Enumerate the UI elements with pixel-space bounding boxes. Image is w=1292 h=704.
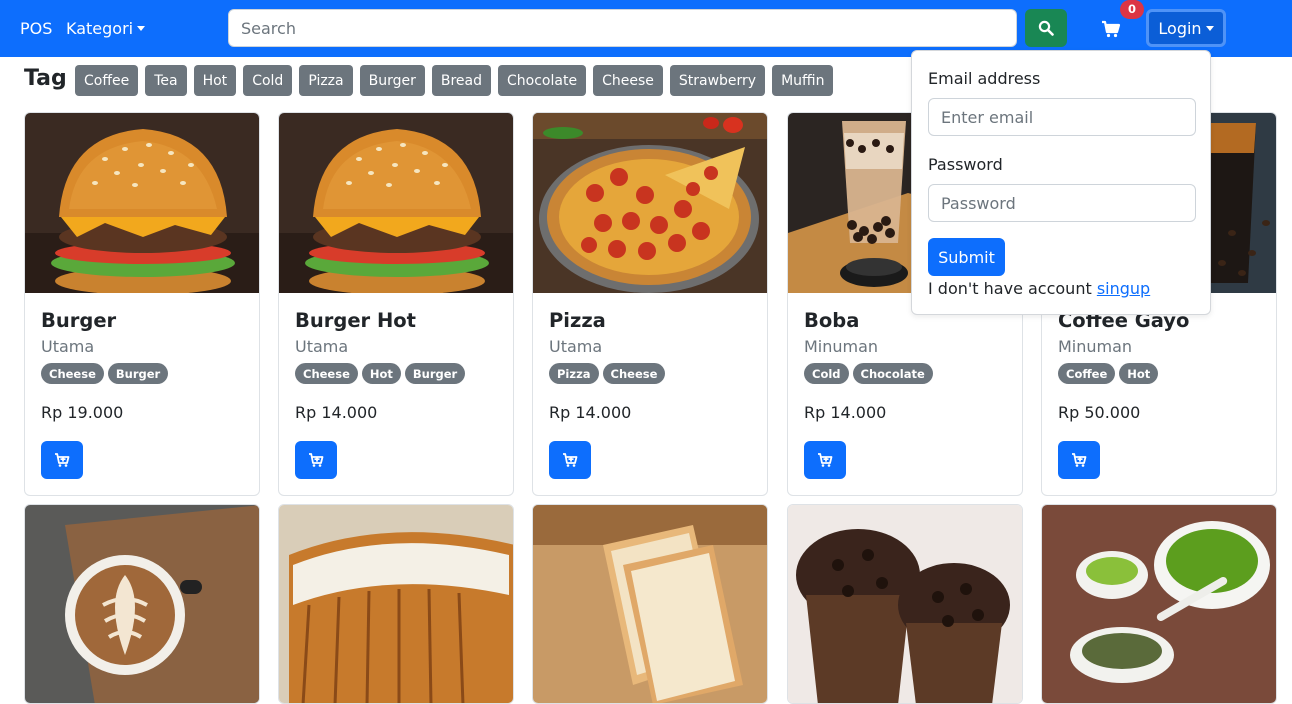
product-tags: Cheese Hot Burger [295, 363, 466, 384]
product-price: Rp 19.000 [41, 403, 124, 422]
product-name: Burger [41, 309, 117, 332]
category-label: Kategori [66, 19, 134, 38]
product-price: Rp 14.000 [549, 403, 632, 422]
search-input[interactable] [228, 9, 1017, 47]
product-card [1041, 504, 1277, 704]
cart-count-badge: 0 [1120, 0, 1144, 19]
product-name: Boba [804, 309, 860, 332]
add-to-cart-button[interactable] [1058, 441, 1100, 479]
password-label: Password [928, 155, 1003, 174]
cart-icon [1102, 20, 1121, 38]
product-card: Pizza Utama Pizza Cheese Rp 14.000 [532, 112, 768, 496]
search-button[interactable] [1025, 9, 1067, 47]
caret-down-icon [137, 26, 146, 31]
product-category: Utama [41, 337, 95, 356]
add-to-cart-button[interactable] [295, 441, 337, 479]
cart-plus-icon [309, 453, 324, 467]
cart-plus-icon [818, 453, 833, 467]
product-category: Utama [295, 337, 349, 356]
product-tag-badge: Hot [1119, 363, 1159, 384]
product-card [532, 504, 768, 704]
product-image-bread [533, 505, 767, 703]
no-account-label: I don't have account [928, 279, 1092, 298]
product-name: Pizza [549, 309, 606, 332]
login-dropdown-menu: Email address Password Submit I don't ha… [911, 50, 1211, 315]
signup-link[interactable]: singup [1097, 279, 1150, 298]
tag-button-hot[interactable]: Hot [193, 65, 237, 96]
tag-button-cheese[interactable]: Cheese [593, 65, 663, 96]
add-to-cart-button[interactable] [804, 441, 846, 479]
email-label: Email address [928, 69, 1041, 88]
tag-button-bread[interactable]: Bread [431, 65, 492, 96]
product-image-burger [25, 113, 259, 293]
product-card: Burger Hot Utama Cheese Hot Burger Rp 14… [278, 112, 514, 496]
product-image-muffin [788, 505, 1022, 703]
product-card: Burger Utama Cheese Burger Rp 19.000 [24, 112, 260, 496]
add-to-cart-button[interactable] [41, 441, 83, 479]
product-tag-badge: Cheese [602, 363, 666, 384]
search-icon [1038, 20, 1054, 36]
product-image-cheese-toast [279, 505, 513, 703]
product-tags: Coffee Hot [1058, 363, 1159, 384]
product-tag-badge: Cheese [41, 363, 104, 384]
product-category: Utama [549, 337, 603, 356]
login-dropdown-button[interactable]: Login [1146, 9, 1226, 47]
tag-button-tea[interactable]: Tea [145, 65, 187, 96]
product-category: Minuman [804, 337, 879, 356]
product-price: Rp 50.000 [1058, 403, 1141, 422]
product-image-latte [25, 505, 259, 703]
product-tag-badge: Cheese [295, 363, 358, 384]
product-card [278, 504, 514, 704]
product-tag-badge: Chocolate [852, 363, 933, 384]
password-field[interactable] [928, 184, 1196, 222]
product-name: Burger Hot [295, 309, 416, 332]
tag-button-coffee[interactable]: Coffee [75, 65, 139, 96]
product-card [24, 504, 260, 704]
product-card [787, 504, 1023, 704]
product-image-burger [279, 113, 513, 293]
product-price: Rp 14.000 [804, 403, 887, 422]
tag-button-muffin[interactable]: Muffin [772, 65, 834, 96]
caret-down-icon [1205, 25, 1214, 31]
tag-button-chocolate[interactable]: Chocolate [498, 65, 587, 96]
product-tag-badge: Pizza [549, 363, 599, 384]
product-tag-badge: Coffee [1058, 363, 1116, 384]
product-image-green-tea [1042, 505, 1276, 703]
cart-button[interactable] [1100, 18, 1122, 40]
product-tag-badge: Burger [404, 363, 466, 384]
email-field[interactable] [928, 98, 1196, 136]
product-image-pizza [533, 113, 767, 293]
submit-button[interactable]: Submit [928, 238, 1005, 276]
tag-list: Coffee Tea Hot Cold Pizza Burger Bread C… [75, 65, 834, 96]
tag-button-cold[interactable]: Cold [243, 65, 293, 96]
product-tags: Pizza Cheese [549, 363, 666, 384]
tag-button-strawberry[interactable]: Strawberry [669, 65, 766, 96]
login-label: Login [1158, 18, 1202, 38]
product-category: Minuman [1058, 337, 1133, 356]
cart-plus-icon [563, 453, 578, 467]
product-tag-badge: Hot [361, 363, 401, 384]
product-tags: Cheese Burger [41, 363, 169, 384]
tag-button-burger[interactable]: Burger [359, 65, 425, 96]
cart-plus-icon [1072, 453, 1087, 467]
product-tag-badge: Cold [804, 363, 849, 384]
product-tag-badge: Burger [107, 363, 169, 384]
product-tags: Cold Chocolate [804, 363, 933, 384]
no-account-text: I don't have account singup [928, 279, 1150, 298]
cart-plus-icon [55, 453, 70, 467]
category-dropdown[interactable]: Kategori [66, 19, 146, 38]
navbar: POS Kategori 0 Login [0, 0, 1292, 57]
product-price: Rp 14.000 [295, 403, 378, 422]
tag-button-pizza[interactable]: Pizza [299, 65, 353, 96]
brand-link[interactable]: POS [20, 19, 52, 38]
add-to-cart-button[interactable] [549, 441, 591, 479]
